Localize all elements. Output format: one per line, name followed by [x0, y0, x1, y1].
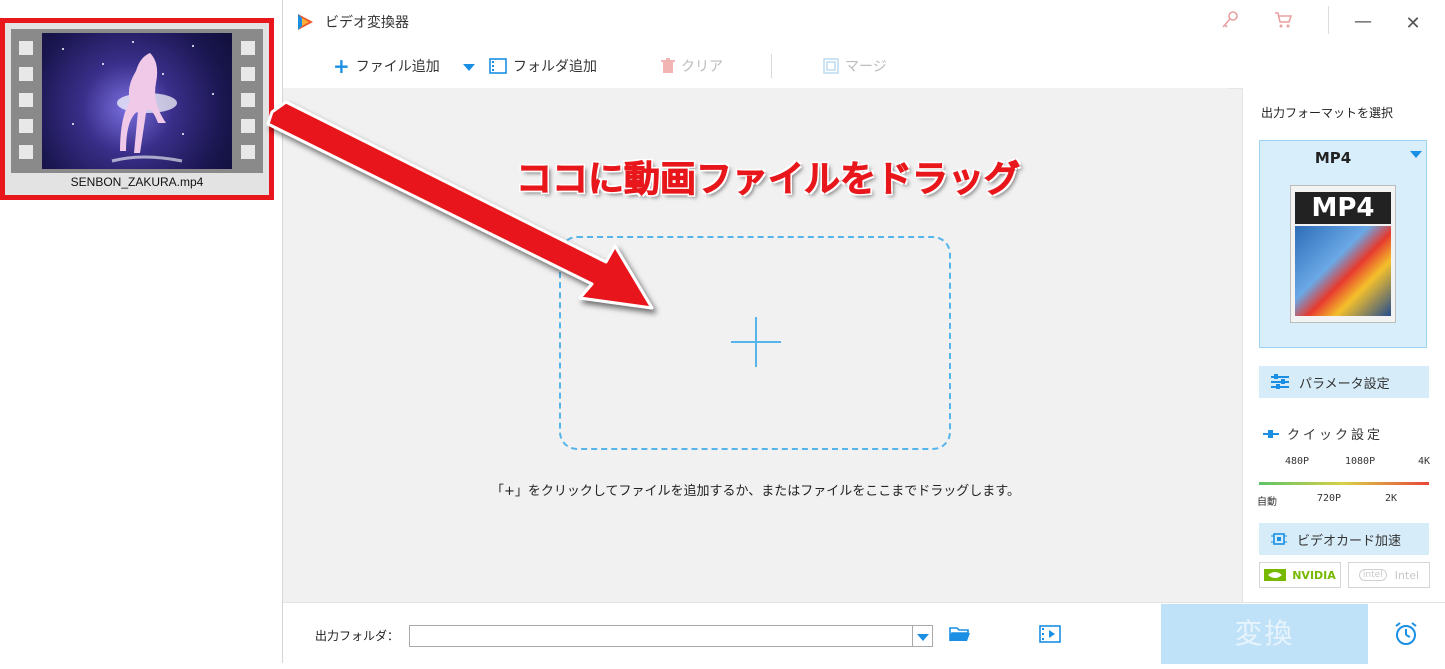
- video-thumbnail-filmstrip: [11, 29, 263, 173]
- key-icon[interactable]: [1218, 10, 1242, 34]
- folder-film-icon: [489, 58, 507, 74]
- add-folder-button[interactable]: フォルダ追加: [489, 56, 597, 76]
- intel-label: Intel: [1394, 568, 1420, 582]
- add-file-label: ファイル追加: [355, 59, 440, 75]
- film-reel-art: [1295, 226, 1391, 316]
- desktop-file-name: SENBON_ZAKURA.mp4: [70, 175, 204, 189]
- desktop-file-thumbnail[interactable]: SENBON_ZAKURA.mp4: [0, 18, 274, 200]
- mp4-icon-label: MP4: [1295, 192, 1391, 224]
- nvidia-logo-icon: [1264, 569, 1287, 581]
- title-bar: ビデオ変換器 — ✕: [283, 0, 1445, 44]
- video-converter-window: ビデオ変換器 — ✕ + ファイル追加 フォルダ追加 クリア マージ ココに動画…: [282, 0, 1445, 664]
- format-selector[interactable]: MP4 MP4: [1259, 140, 1427, 348]
- gpu-acceleration-button[interactable]: ビデオカード加速: [1259, 523, 1429, 555]
- quick-tick-480p[interactable]: 480P: [1285, 456, 1309, 467]
- window-title: ビデオ変換器: [325, 15, 409, 31]
- intel-toggle[interactable]: intel Intel: [1348, 562, 1430, 588]
- merge-label: マージ: [845, 59, 887, 75]
- slider-icon: [1263, 429, 1279, 438]
- plus-icon: +: [333, 54, 350, 78]
- format-label: 出力フォーマットを選択: [1261, 106, 1394, 120]
- alarm-clock-icon[interactable]: [1393, 621, 1419, 651]
- add-plus-icon-vertical: [755, 317, 757, 367]
- quick-tick-1080p[interactable]: 1080P: [1345, 456, 1375, 467]
- bottom-bar: 出力フォルダ： 変換: [283, 602, 1445, 664]
- quick-settings-label: クイック設定: [1263, 424, 1383, 443]
- drag-hint-annotation: ココに動画ファイルをドラッグ: [515, 159, 1021, 201]
- clear-button[interactable]: クリア: [661, 56, 723, 76]
- format-name: MP4: [1314, 149, 1352, 167]
- output-folder-label: 出力フォルダ：: [315, 629, 400, 643]
- parameter-settings-label: パラメータ設定: [1299, 376, 1390, 392]
- quick-settings-text: クイック設定: [1287, 428, 1384, 443]
- output-folder-dropdown[interactable]: [913, 625, 933, 647]
- output-folder-input[interactable]: [409, 625, 913, 647]
- output-settings-panel: 出力フォーマットを選択 MP4 MP4 パラメータ設定 クイック設定 480P …: [1242, 88, 1445, 602]
- chip-icon: [1271, 533, 1287, 545]
- gpu-acceleration-label: ビデオカード加速: [1297, 533, 1402, 549]
- close-icon[interactable]: ✕: [1401, 12, 1425, 36]
- quick-tick-4k[interactable]: 4K: [1418, 456, 1430, 467]
- video-frame-image: [42, 33, 232, 169]
- merge-icon: [823, 58, 839, 74]
- trash-icon: [661, 58, 675, 73]
- quick-settings-slider[interactable]: [1259, 482, 1429, 485]
- add-file-dropdown-icon[interactable]: [463, 64, 475, 71]
- titlebar-divider: [1328, 6, 1329, 34]
- drop-zone[interactable]: [559, 236, 951, 450]
- quick-tick-auto[interactable]: 自動: [1257, 493, 1277, 508]
- quick-tick-2k[interactable]: 2K: [1385, 493, 1397, 504]
- quick-tick-720p[interactable]: 720P: [1317, 493, 1341, 504]
- chevron-down-icon[interactable]: [1410, 151, 1422, 158]
- drop-instruction: 「+」をクリックしてファイルを追加するか、またはファイルをここまでドラッグします…: [491, 484, 1020, 499]
- folder-open-icon[interactable]: [949, 625, 971, 647]
- merge-button[interactable]: マージ: [823, 56, 887, 76]
- intel-logo-icon: intel: [1358, 569, 1387, 581]
- clear-label: クリア: [681, 59, 723, 75]
- nvidia-label: NVIDIA: [1292, 568, 1336, 582]
- sliders-icon: [1271, 374, 1289, 389]
- toolbar-divider: [771, 54, 772, 78]
- video-folder-icon[interactable]: [1039, 625, 1061, 647]
- convert-button[interactable]: 変換: [1161, 604, 1368, 664]
- add-file-button[interactable]: + ファイル追加: [333, 56, 440, 76]
- parameter-settings-button[interactable]: パラメータ設定: [1259, 366, 1429, 398]
- minimize-icon[interactable]: —: [1351, 10, 1375, 34]
- file-list-area: ココに動画ファイルをドラッグ 「+」をクリックしてファイルを追加するか、またはフ…: [283, 88, 1228, 602]
- toolbar: + ファイル追加 フォルダ追加 クリア マージ: [283, 44, 1445, 89]
- cart-icon[interactable]: [1271, 10, 1295, 34]
- app-logo-icon: [298, 14, 313, 30]
- add-folder-label: フォルダ追加: [513, 59, 597, 75]
- nvidia-toggle[interactable]: NVIDIA: [1259, 562, 1341, 588]
- mp4-format-icon: MP4: [1290, 185, 1396, 323]
